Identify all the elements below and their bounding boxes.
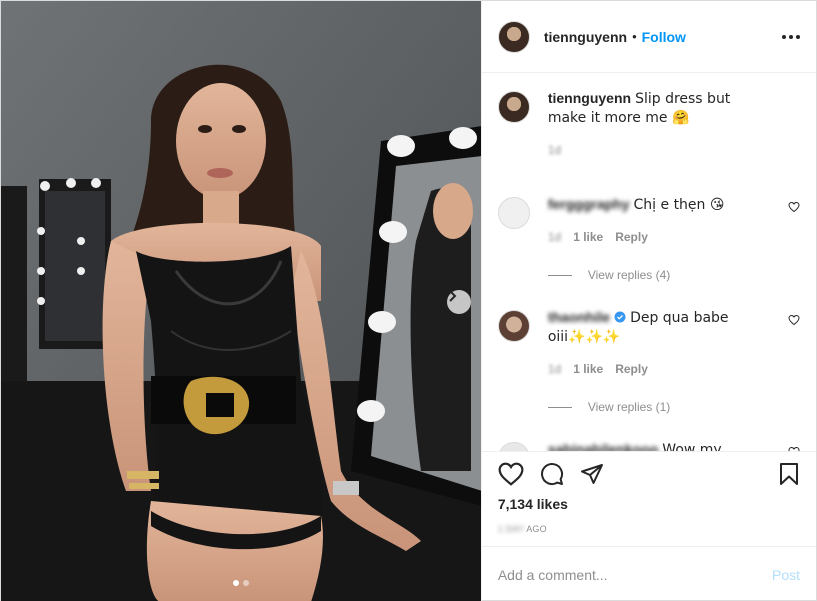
add-comment-input[interactable] [497,566,772,583]
comment-item: sabinabilenkoooWow my beautiful Tiena 😍❤… [497,440,800,451]
follow-button[interactable]: Follow [642,29,686,45]
timestamp-blurred: 1 DAY [497,524,525,534]
comment-bubble-icon[interactable] [540,462,564,486]
more-options-icon[interactable] [782,34,800,39]
photo-illustration [1,1,481,601]
username-link[interactable]: tiennguyenn [544,29,627,45]
avatar[interactable] [497,197,530,229]
avatar[interactable] [497,310,530,342]
avatar[interactable] [497,442,530,451]
carousel-dot [243,580,249,586]
comment-item: thaonhile Dep qua babe oiii✨✨✨ 1d 1 like … [497,308,800,414]
post-comment-button[interactable]: Post [772,567,800,583]
comment-item: fergggraphy Chị e thẹn 😘 1d 1 like Reply … [497,195,800,282]
separator: • [632,29,637,44]
comment-time[interactable]: 1d [548,360,561,378]
add-comment-bar: Post [481,546,816,601]
comment-time[interactable]: 1d [548,228,561,246]
like-heart-icon[interactable] [498,462,524,486]
comment-text: Chị e thẹn 😘 [633,197,725,213]
like-comment-heart-icon[interactable] [788,314,800,326]
like-comment-heart-icon[interactable] [788,201,800,213]
view-replies-button[interactable]: View replies (1) [548,400,800,414]
instagram-post: tiennguyenn • Follow tiennguyenn Slip dre… [0,0,817,601]
comment-like-count[interactable]: 1 like [573,228,603,246]
save-bookmark-icon[interactable] [778,462,800,486]
next-photo-button[interactable] [447,290,471,314]
post-timestamp[interactable]: 1 DAY AGO [498,524,800,534]
caption-username[interactable]: tiennguyenn [548,90,631,106]
share-paper-plane-icon[interactable] [580,462,604,486]
verified-badge-icon [614,311,626,323]
caption-time[interactable]: 1d [548,141,561,159]
reply-button[interactable]: Reply [615,360,648,378]
post-caption: tiennguyenn Slip dress but make it more m… [497,89,800,159]
post-header: tiennguyenn • Follow [481,1,816,73]
comment-meta: 1d 1 like Reply [548,228,768,246]
chevron-right-icon [449,290,457,302]
reply-button[interactable]: Reply [615,228,648,246]
comment-username[interactable]: fergggraphy [548,196,630,212]
comments-list[interactable]: tiennguyenn Slip dress but make it more m… [482,73,816,451]
comment-like-count[interactable]: 1 like [573,360,603,378]
comment-meta: 1d 1 like Reply [548,360,768,378]
carousel-dot-active [233,580,239,586]
post-photo[interactable] [1,1,481,601]
view-replies-button[interactable]: View replies (4) [548,268,800,282]
comment-username[interactable]: sabinabilenkooo [548,441,658,451]
caption-meta: 1d [548,141,768,159]
avatar[interactable] [497,91,530,123]
post-details-panel: tiennguyenn • Follow tiennguyenn Slip dre… [480,1,816,601]
carousel-indicator [233,580,249,586]
timestamp-ago: AGO [526,524,547,534]
comment-username[interactable]: thaonhile [548,309,610,325]
like-comment-heart-icon[interactable] [788,446,800,451]
post-actions: 7,134 likes 1 DAY AGO [481,451,816,546]
like-count[interactable]: 7,134 likes [498,496,800,512]
avatar[interactable] [497,20,530,53]
